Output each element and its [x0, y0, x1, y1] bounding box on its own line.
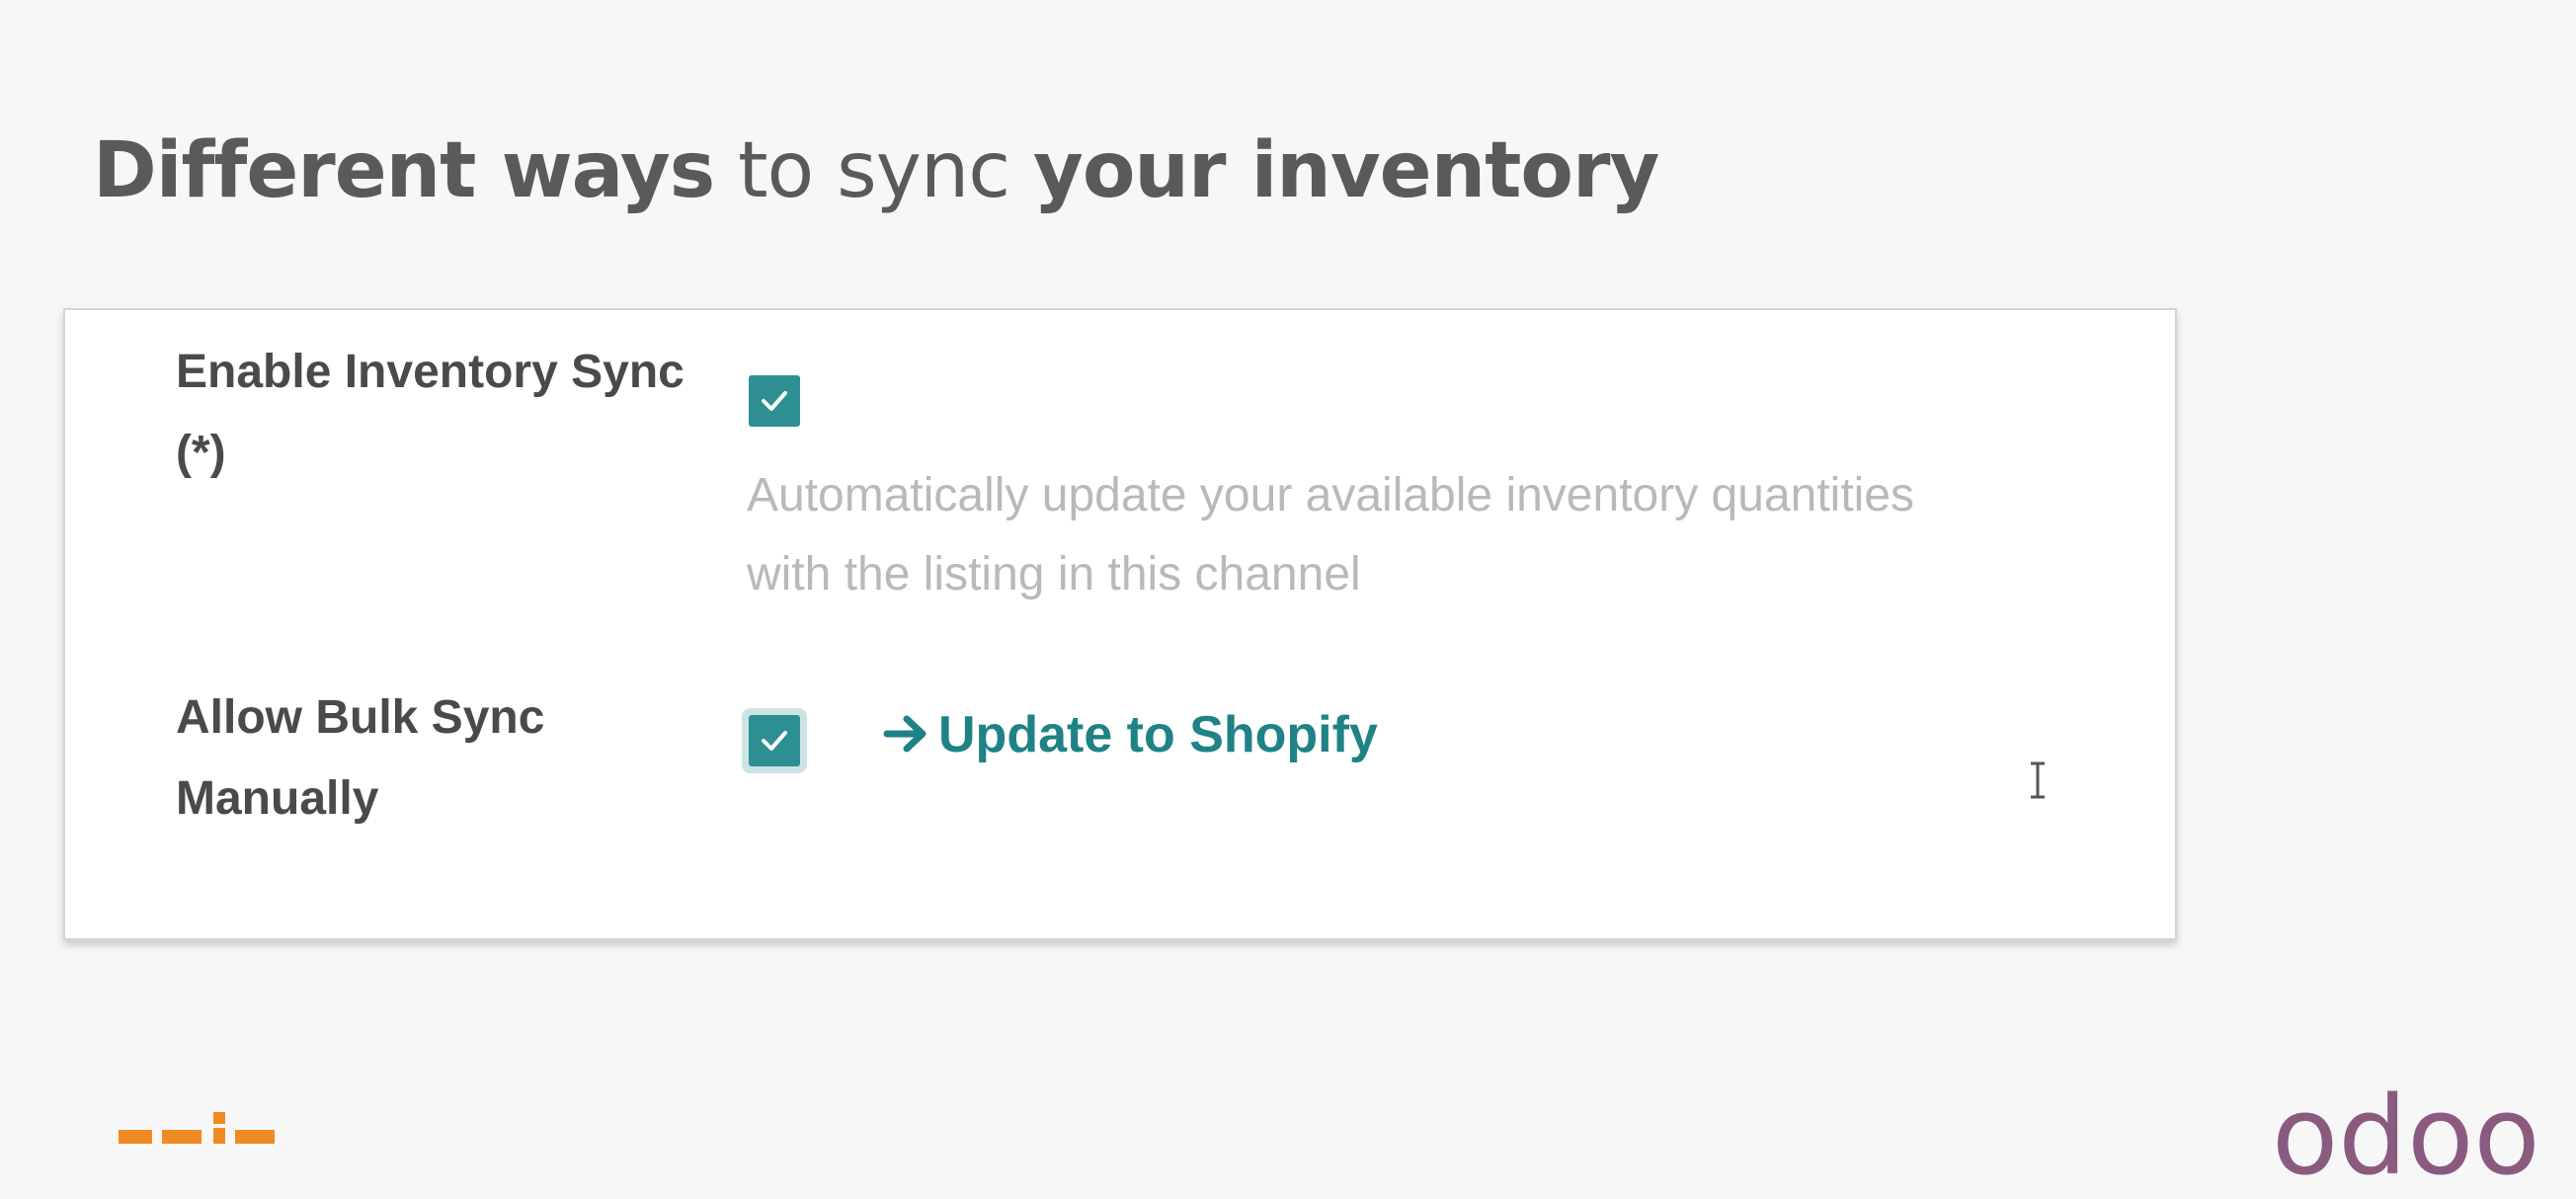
- inventory-sync-description: Automatically update your available inve…: [747, 456, 2149, 614]
- inventory-sync-label-line1: Enable Inventory Sync: [176, 346, 684, 398]
- checkmark-icon: [762, 731, 787, 751]
- title-part-bold-1: Different ways: [93, 126, 715, 215]
- inventory-sync-checkbox[interactable]: [749, 375, 800, 427]
- checkmark-icon: [762, 391, 787, 411]
- bulk-sync-label-line2: Manually: [176, 772, 379, 825]
- update-to-shopify-label: Update to Shopify: [938, 706, 1378, 763]
- description-line2: with the listing in this channel: [747, 548, 1361, 600]
- partner-logo-icon: [119, 1112, 275, 1144]
- bulk-sync-label-line1: Allow Bulk Sync: [176, 691, 545, 744]
- inventory-sync-label: Enable Inventory Sync (*): [176, 332, 684, 494]
- title-part-light: to sync: [737, 126, 1010, 215]
- arrow-right-icon: [883, 715, 926, 753]
- text-cursor-icon: [2031, 761, 2045, 799]
- bulk-sync-label: Allow Bulk Sync Manually: [176, 678, 544, 839]
- inventory-sync-label-line2: (*): [176, 427, 226, 479]
- bulk-sync-checkbox[interactable]: [749, 715, 800, 766]
- description-line1: Automatically update your available inve…: [747, 469, 1915, 521]
- update-to-shopify-button[interactable]: Update to Shopify: [883, 695, 1378, 774]
- page-title: Different ways to sync your inventory: [93, 117, 1659, 225]
- settings-card: Enable Inventory Sync (*) Automatically …: [63, 308, 2177, 940]
- title-part-bold-2: your inventory: [1032, 126, 1659, 215]
- odoo-logo: odoo: [2272, 1073, 2540, 1199]
